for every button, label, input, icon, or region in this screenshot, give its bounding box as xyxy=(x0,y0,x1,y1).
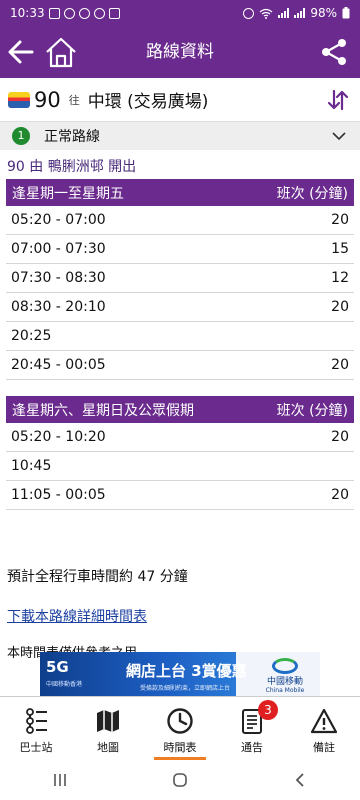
time-period: 11:05 - 00:05 xyxy=(11,487,106,503)
bus-stop-list-icon xyxy=(26,708,47,734)
direction-word: 往 xyxy=(68,93,80,107)
timetable-row: 05:20 - 10:20 20 xyxy=(6,423,354,452)
route-variant-selector[interactable]: 1 正常路線 xyxy=(0,122,360,150)
alarm-icon xyxy=(243,7,255,19)
nav-label: 通告 xyxy=(241,741,263,754)
timetable-row: 07:00 - 07:30 15 xyxy=(6,235,354,264)
ad-5g-caption: 中國移動香港 xyxy=(46,681,83,688)
route-number: 90 xyxy=(34,87,61,112)
nav-tab-timetable[interactable]: 時間表 xyxy=(144,697,216,760)
timetable-header-weekday: 逢星期一至星期五 班次 (分鐘) xyxy=(6,179,354,206)
nav-label: 巴士站 xyxy=(19,741,53,754)
timetable-row: 05:20 - 07:00 20 xyxy=(6,206,354,235)
china-mobile-logo-mark xyxy=(272,658,298,674)
bottom-navigation: 巴士站 地圖 時間表 3 通告 備註 xyxy=(0,696,360,760)
timetable-header-weekend: 逢星期六、星期日及公眾假期 班次 (分鐘) xyxy=(6,396,354,423)
china-mobile-logo: 中國移動 China Mobile xyxy=(255,658,315,694)
time-period: 08:30 - 20:10 xyxy=(11,299,106,315)
home-button-icon[interactable] xyxy=(171,771,189,789)
timetable-frequency-label: 班次 (分鐘) xyxy=(276,402,348,419)
status-left: 10:33 xyxy=(10,6,120,20)
back-arrow-icon[interactable] xyxy=(6,37,36,67)
chevron-down-icon[interactable] xyxy=(332,131,346,141)
ad-headline: 網店上台 3賞優惠 xyxy=(126,662,247,680)
time-period: 05:20 - 07:00 xyxy=(11,212,106,228)
timetable-row: 07:30 - 08:30 12 xyxy=(6,264,354,293)
nav-tab-bus-stops[interactable]: 巴士站 xyxy=(0,697,72,760)
frequency: 20 xyxy=(331,212,349,228)
notification-screen-icon xyxy=(108,7,120,19)
time-period: 07:00 - 07:30 xyxy=(11,241,106,257)
battery-icon xyxy=(342,7,350,19)
route-variant-label: 正常路線 xyxy=(44,129,100,145)
nav-label: 備註 xyxy=(313,741,335,754)
route-header: 90 往 中環 (交易廣場) xyxy=(0,78,360,122)
departure-info: 90 由 鴨脷洲邨 開出 xyxy=(7,159,137,175)
bus-company-icon xyxy=(8,91,30,108)
frequency: 20 xyxy=(331,429,349,445)
frequency: 20 xyxy=(331,357,349,373)
clock-icon xyxy=(167,708,193,734)
time-period: 20:45 - 00:05 xyxy=(11,357,106,373)
journey-time-note: 預計全程行車時間約 47 分鐘 xyxy=(7,569,188,585)
status-bar: 10:33 98% xyxy=(0,0,360,26)
frequency: 15 xyxy=(331,241,349,257)
signal-icon xyxy=(278,8,290,18)
time-period: 10:45 xyxy=(11,458,52,474)
route-variant-number: 1 xyxy=(12,127,30,145)
signal-icon-2 xyxy=(294,8,306,18)
frequency: 12 xyxy=(331,270,349,286)
timetable-day-label: 逢星期六、星期日及公眾假期 xyxy=(12,402,194,419)
timetable-day-label: 逢星期一至星期五 xyxy=(12,185,124,202)
ad-5g-logo: 5G xyxy=(46,658,69,676)
map-icon xyxy=(97,710,119,732)
timetable-row: 08:30 - 20:10 20 xyxy=(6,293,354,322)
time-period: 20:25 xyxy=(11,328,52,344)
timetable-row: 20:45 - 00:05 20 xyxy=(6,351,354,380)
nav-tab-notices[interactable]: 3 通告 xyxy=(216,697,288,760)
ad-banner[interactable]: 5G 中國移動香港 網店上台 3賞優惠 受條款及細則約束，立即網店上台 中國移動… xyxy=(40,652,320,696)
share-icon[interactable] xyxy=(320,38,348,66)
system-back-icon[interactable] xyxy=(291,771,309,789)
app-bar: 路線資料 xyxy=(0,26,360,78)
timetable-frequency-label: 班次 (分鐘) xyxy=(276,185,348,202)
timetable-row: 11:05 - 00:05 20 xyxy=(6,481,354,510)
carrier-name-en: China Mobile xyxy=(265,687,305,694)
nav-label: 地圖 xyxy=(97,741,119,754)
download-timetable-link[interactable]: 下載本路線詳細時間表 xyxy=(7,606,147,626)
ad-subline: 受條款及細則約束，立即網店上台 xyxy=(140,685,231,692)
notification-chat-icon xyxy=(63,7,75,19)
notification-app-icon xyxy=(48,7,60,19)
system-navigation-bar xyxy=(0,760,360,800)
battery-percent: 98% xyxy=(310,6,337,20)
status-right: 98% xyxy=(243,6,350,20)
carrier-name-zh: 中國移動 xyxy=(266,677,303,687)
notification-vpn-icon xyxy=(93,7,105,19)
nav-tab-remarks[interactable]: 備註 xyxy=(288,697,360,760)
nav-tab-map[interactable]: 地圖 xyxy=(72,697,144,760)
timetable-row: 20:25 xyxy=(6,322,354,351)
nav-label: 時間表 xyxy=(163,741,197,754)
warning-icon xyxy=(310,708,338,734)
frequency: 20 xyxy=(331,299,349,315)
notice-count-badge: 3 xyxy=(258,700,278,720)
frequency: 20 xyxy=(331,487,349,503)
notification-messenger-icon xyxy=(78,7,90,19)
timetable-row: 10:45 xyxy=(6,452,354,481)
time-period: 07:30 - 08:30 xyxy=(11,270,106,286)
wifi-icon xyxy=(259,8,273,19)
swap-direction-icon[interactable] xyxy=(326,88,350,112)
home-icon[interactable] xyxy=(44,35,78,69)
recent-apps-icon[interactable] xyxy=(51,771,69,789)
time-period: 05:20 - 10:20 xyxy=(11,429,106,445)
route-destination: 中環 (交易廣場) xyxy=(87,92,209,112)
status-time: 10:33 xyxy=(10,6,45,20)
